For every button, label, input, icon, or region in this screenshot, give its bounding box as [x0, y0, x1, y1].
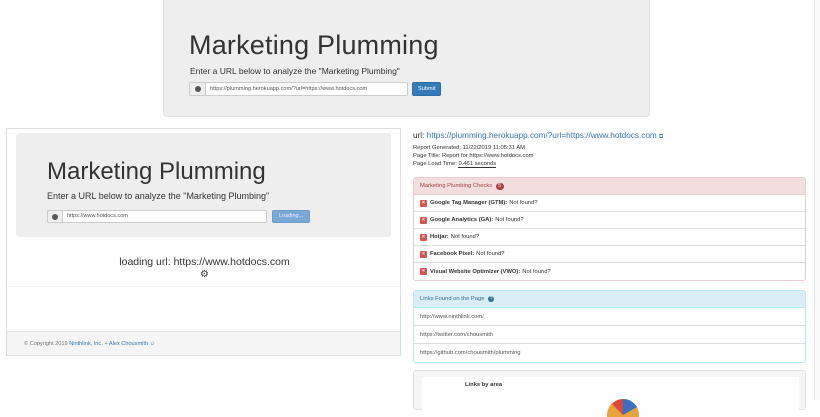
divider: [7, 286, 400, 287]
submit-button[interactable]: Submit: [412, 82, 442, 96]
check-status: Not found?: [522, 268, 551, 275]
globe-icon: [189, 82, 205, 96]
check-row-hotjar: × Hotjar: Not found?: [414, 229, 805, 246]
report-url-line: url: https://plumming.herokuapp.com/?url…: [413, 131, 808, 141]
external-link-icon: ⧉: [658, 134, 664, 140]
report-url-link[interactable]: https://plumming.herokuapp.com/?url=http…: [427, 131, 657, 140]
check-name: Visual Website Optimizer (VWO):: [430, 268, 521, 275]
links-header-label: Links Found on the Page: [420, 296, 485, 302]
chart-container: Links by area: [413, 370, 806, 417]
copyright-text: © Copyright 2019: [24, 341, 68, 347]
report-summary: url: https://plumming.herokuapp.com/?url…: [413, 131, 808, 168]
author-link[interactable]: Alex Chousmith: [109, 341, 148, 347]
load-time-label: Page Load Time:: [413, 161, 457, 167]
x-icon: ×: [420, 199, 427, 207]
page-subtitle: Enter a URL below to analyze the "Market…: [190, 66, 400, 76]
check-row-gtm: × Google Tag Manager (GTM): Not found?: [414, 195, 805, 212]
check-name: Hotjar:: [430, 234, 449, 240]
preview-footer: © Copyright 2019 Ninthlink, Inc. + Alex …: [7, 331, 400, 355]
checks-header-label: Marketing Plumbing Checks: [420, 183, 493, 189]
check-status: Not found?: [450, 234, 480, 240]
x-icon: ×: [420, 250, 427, 258]
links-panel-header: Links Found on the Page ?: [414, 291, 805, 308]
scrollbar[interactable]: [814, 0, 820, 400]
chart-canvas: Links by area: [422, 377, 799, 417]
check-name: Google Analytics (GA):: [430, 217, 494, 223]
report-page-title: Page Title: Report for https://www.hotdo…: [413, 153, 534, 159]
report-url-label: url:: [413, 131, 425, 140]
question-icon[interactable]: ?: [488, 296, 495, 302]
preview-subtitle: Enter a URL below to analyze the "Market…: [47, 191, 270, 201]
links-panel: Links Found on the Page ? http://www.nin…: [413, 290, 806, 363]
report-generated: Report Generated: 11/22/2019 11:05:31 AM: [413, 145, 525, 151]
checks-panel: Marketing Plumbing Checks 5 × Google Tag…: [413, 177, 806, 281]
x-icon: ×: [420, 216, 427, 224]
link-item[interactable]: https://github.com/chousmith/plumming: [414, 344, 805, 362]
check-status: Not found?: [495, 217, 524, 223]
check-name: Google Tag Manager (GTM):: [430, 200, 508, 206]
cog-spinner-icon: ⚙: [200, 269, 209, 280]
check-row-ga: × Google Analytics (GA): Not found?: [414, 212, 805, 229]
preview-frame: Marketing Plumming Enter a URL below to …: [6, 128, 401, 356]
preview-title: Marketing Plumming: [47, 158, 266, 185]
page-title: Marketing Plumming: [189, 30, 439, 60]
x-icon: ×: [420, 268, 427, 275]
check-status: Not found?: [509, 200, 538, 206]
footer-separator: +: [104, 341, 108, 347]
report-meta: Report Generated: 11/22/2019 11:05:31 AM…: [413, 144, 808, 168]
github-icon: ☺: [149, 341, 156, 347]
load-time-value: 0.461 seconds: [458, 161, 497, 168]
globe-icon: [47, 210, 62, 223]
loading-button[interactable]: Loading...: [272, 210, 311, 223]
jumbotron: Marketing Plumming Enter a URL below to …: [163, 0, 650, 117]
link-item[interactable]: https://twitter.com/chousmith: [414, 326, 805, 344]
x-icon: ×: [420, 233, 427, 241]
url-form: https://plumming.herokuapp.com/?url=http…: [189, 82, 442, 96]
url-input[interactable]: https://plumming.herokuapp.com/?url=http…: [205, 82, 408, 96]
loading-status: loading url: https://www.hotdocs.com: [119, 256, 290, 268]
company-link[interactable]: Ninthlink, Inc.: [69, 341, 103, 347]
report-load-time: Page Load Time: 0.461 seconds: [413, 160, 808, 168]
preview-url-form: https://www.hotdocs.com Loading...: [47, 210, 311, 223]
pie-chart: [607, 398, 639, 417]
preview-jumbotron: Marketing Plumming Enter a URL below to …: [16, 133, 391, 237]
link-item[interactable]: http://www.ninthlink.com/: [414, 308, 805, 326]
check-name: Facebook Pixel:: [430, 251, 475, 257]
preview-url-input[interactable]: https://www.hotdocs.com: [62, 210, 267, 223]
check-row-facebook: × Facebook Pixel: Not found?: [414, 246, 805, 263]
check-status: Not found?: [476, 251, 505, 257]
checks-panel-header: Marketing Plumbing Checks 5: [414, 178, 805, 195]
checks-count-badge: 5: [495, 183, 504, 190]
check-row-vwo: × Visual Website Optimizer (VWO): Not fo…: [414, 263, 805, 280]
